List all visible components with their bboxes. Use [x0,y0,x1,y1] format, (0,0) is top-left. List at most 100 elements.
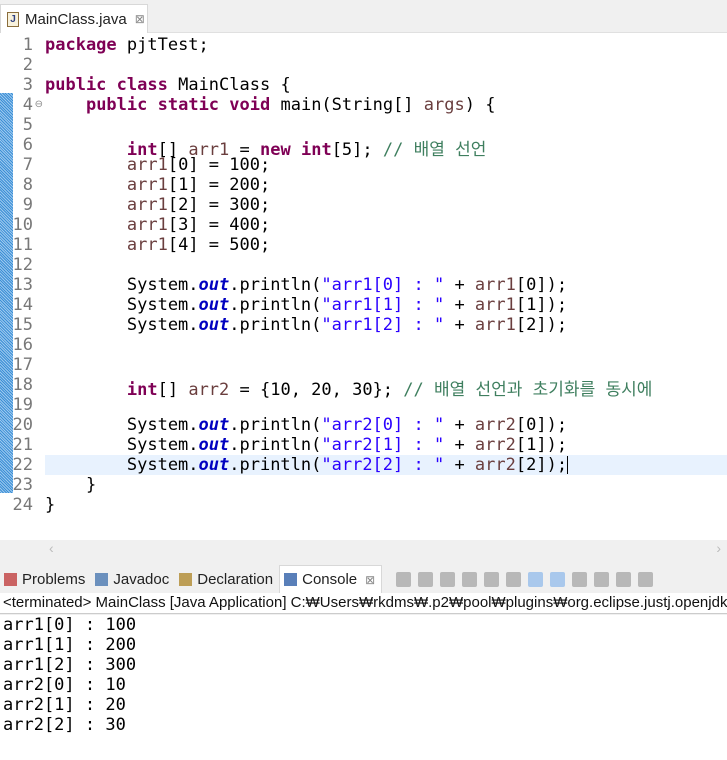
line-number: 23 [12,475,33,495]
minimize-icon[interactable] [638,571,654,587]
close-icon[interactable]: ⊠ [135,12,145,26]
show-on-stdout-icon[interactable] [528,571,544,587]
editor-tab-mainclass[interactable]: J MainClass.java ⊠ [0,4,148,33]
view-tab-label: Declaration [197,570,274,588]
scroll-lock-icon[interactable] [484,571,500,587]
code-line: arr1[2] = 300; [45,195,727,215]
at-icon [95,572,109,586]
code-token: main(String[] [270,95,424,115]
fold-icon[interactable]: ⊖ [35,95,43,115]
line-number: 21 [12,435,33,455]
code-token: [2] = 300; [167,195,271,215]
line-number: 2 [22,55,33,75]
code-line: arr1[1] = 200; [45,175,727,195]
code-token: + [444,275,475,295]
code-line: int[] arr2 = {10, 20, 30}; // 배열 선언과 초기화… [45,375,727,400]
code-token: public [85,95,148,115]
code-token: static [157,95,220,115]
code-token: "arr2[2] : " [321,455,445,475]
horizontal-scrollbar[interactable]: ‹ › [43,540,727,558]
console-icon [284,573,298,586]
remove-launch-icon[interactable] [418,571,434,587]
terminate-icon[interactable] [396,571,412,587]
code-token: + [444,455,475,475]
text-caret [567,456,569,474]
code-token: "arr2[1] : " [321,435,445,455]
close-icon[interactable]: ⊠ [365,573,375,587]
code-token: .println( [229,435,322,455]
code-line: arr1[4] = 500; [45,235,727,255]
new-console-icon[interactable] [616,571,632,587]
view-tab-problems[interactable]: Problems [0,565,91,593]
line-number-gutter: 1 2 3 4 ⊖ 5 6 7 8 9 10 11 12 13 14 15 16 17 18 19 20 21 22 23 24 [13,33,43,540]
declaration-icon [179,572,193,586]
scroll-left-icon[interactable]: ‹ [49,540,54,556]
code-line: public class MainClass { [45,75,727,95]
line-number: 12 [12,255,33,275]
line-number: 8 [22,175,33,195]
view-tab-declaration[interactable]: Declaration [175,565,279,593]
pin-console-icon[interactable] [572,571,588,587]
code-token: .println( [229,415,322,435]
line-number: 1 [22,35,33,55]
code-token: [2]); [515,315,568,335]
editor-tab-bar: J MainClass.java ⊠ [0,0,727,33]
console-toolbar [396,571,654,587]
code-token: } [45,495,56,515]
code-token: .println( [229,275,322,295]
code-token: + [444,295,475,315]
display-console-icon[interactable] [594,571,610,587]
code-token: out [198,415,230,435]
code-token: arr1 [126,175,168,195]
code-line: System.out.println("arr1[2] : " + arr1[2… [45,315,727,335]
problems-icon [4,572,17,586]
line-number: 11 [12,235,33,255]
code-token: arr1 [126,235,168,255]
code-token: arr1 [474,275,516,295]
console-output[interactable]: arr1[0] : 100 arr1[1] : 200 arr1[2] : 300 a… [0,615,727,760]
code-token: arr1 [126,155,168,175]
line-number: 9 [22,195,33,215]
java-file-icon: J [7,11,19,27]
code-token: [1]); [515,295,568,315]
console-line: arr1[2] : 300 [3,655,137,675]
code-token: [0]); [515,275,568,295]
line-number: 14 [12,295,33,315]
code-token: [4] = 500; [167,235,271,255]
code-line: System.out.println("arr2[2] : " + arr2[2… [45,455,727,475]
scroll-right-icon[interactable]: › [716,540,721,556]
code-token: System. [45,455,199,475]
code-line: System.out.println("arr2[0] : " + arr2[0… [45,415,727,435]
code-token: "arr2[0] : " [321,415,445,435]
code-token: out [198,295,230,315]
code-line: } [45,495,727,515]
code-token: System. [45,295,199,315]
show-on-stderr-icon[interactable] [550,571,566,587]
code-line: arr1[0] = 100; [45,155,727,175]
code-editor[interactable]: 1 2 3 4 ⊖ 5 6 7 8 9 10 11 12 13 14 15 16 17 18 19 20 21 22 23 24… [0,33,727,540]
code-token: "arr1[1] : " [321,295,445,315]
code-token: out [198,275,230,295]
console-line: arr2[2] : 30 [3,715,126,735]
line-number: 18 [12,375,33,395]
code-token: System. [45,435,199,455]
line-number: 13 [12,275,33,295]
word-wrap-icon[interactable] [506,571,522,587]
code-token: pjtTest; [116,35,209,55]
line-number: 24 [12,495,33,515]
line-number: 10 [12,215,33,235]
clear-console-icon[interactable] [462,571,478,587]
line-number: 6 [22,135,33,155]
code-token: } [45,475,97,495]
code-area[interactable]: package pjtTest; public class MainClass {… [45,33,727,540]
remove-all-icon[interactable] [440,571,456,587]
code-token: "arr1[2] : " [321,315,445,335]
view-tab-javadoc[interactable]: Javadoc [91,565,175,593]
editor-tab-label: MainClass.java [25,10,127,28]
code-token: args [423,95,465,115]
view-tab-console[interactable]: Console ⊠ [279,565,383,593]
